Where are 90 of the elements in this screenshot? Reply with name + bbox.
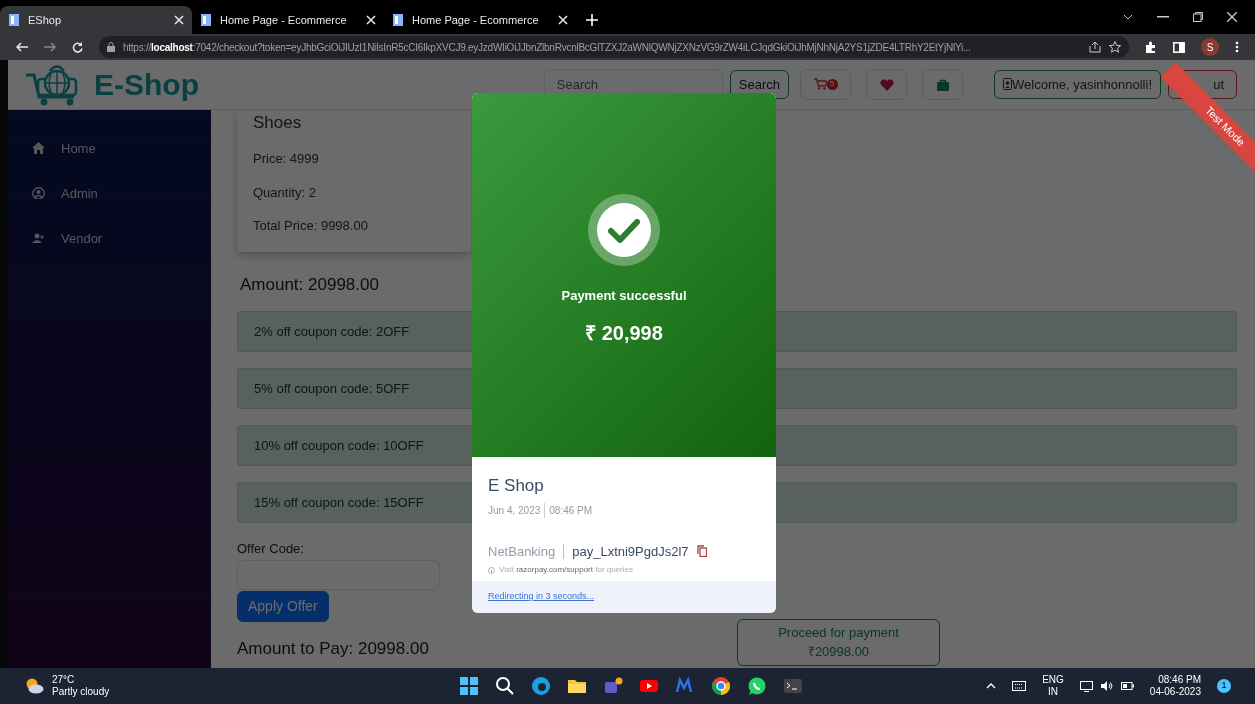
weather-text: Partly cloudy — [52, 686, 110, 699]
chat-bubble-icon[interactable] — [747, 676, 767, 696]
lock-icon — [107, 42, 115, 52]
button-label: Welcome, yasinhonnolli! — [1012, 75, 1152, 94]
language-indicator[interactable]: ENG IN — [1042, 673, 1064, 699]
address-bar[interactable]: https://localhost:7042/checkout?token=eyJhbGciOiJIUzI1NiIsInR5cCI6IkpXVCJ9.eyJzdWIiOiJJbnZlbnRvcnlBcGlTZXJ2aWNlQWNjZXNzVG9rZW4iLCJqdGkiOiJhMjNhNjA2YS1jZDE4LTRhY2EtYjNlYi... — [99, 36, 1129, 58]
copy-icon[interactable] — [696, 545, 707, 558]
product-quantity: Quantity: 2 — [253, 183, 317, 202]
payment-time: 08:46 PM — [549, 503, 593, 518]
browser-tab[interactable]: EShop — [0, 6, 192, 34]
support-link[interactable]: razorpay.com/support — [516, 565, 593, 574]
battery-icon[interactable] — [1120, 682, 1134, 690]
tab-title: EShop — [28, 12, 63, 28]
profile-avatar[interactable]: S — [1201, 38, 1219, 56]
payment-amount: ₹ 20,998 — [585, 320, 663, 346]
user-plus-icon — [32, 232, 45, 245]
swirl-icon[interactable] — [531, 676, 551, 696]
tab-title: Home Page - Ecommerce — [412, 12, 540, 28]
reload-icon[interactable] — [72, 41, 83, 53]
page-icon — [392, 13, 404, 27]
speaker-icon[interactable] — [1100, 681, 1113, 691]
payment-id: pay_Lxtni9PgdJs2l7 — [572, 542, 689, 561]
apply-offer-button[interactable]: Apply Offer — [237, 591, 329, 623]
sidebar-item[interactable]: Vendor — [8, 215, 211, 261]
orders-button[interactable] — [922, 68, 964, 100]
clock[interactable]: 08:46 PM 04-06-2023 — [1149, 673, 1201, 699]
amount-text: Amount: 20998.00 — [240, 273, 379, 296]
sidebar-label: Vendor — [61, 229, 103, 248]
keyboard-icon[interactable] — [1012, 681, 1027, 691]
close-icon[interactable] — [1227, 12, 1237, 22]
button-label: Proceed for payment — [778, 624, 899, 642]
close-icon[interactable] — [174, 15, 184, 25]
sidebar-label: Admin — [61, 184, 98, 203]
product-price: Price: 4999 — [253, 150, 320, 169]
sun-cloud-icon — [24, 677, 44, 695]
welcome-button[interactable]: Welcome, yasinhonnolli! — [994, 69, 1161, 100]
side-panel-icon[interactable] — [1173, 41, 1185, 53]
share-icon[interactable] — [1089, 41, 1101, 53]
payment-date: Jun 4, 2023 — [488, 503, 541, 518]
sidebar-label: Home — [61, 139, 96, 158]
temperature-text: 27°C — [52, 673, 76, 686]
close-icon[interactable] — [366, 15, 376, 25]
more-icon[interactable] — [1235, 41, 1239, 53]
info-icon — [488, 566, 495, 574]
close-icon[interactable] — [558, 15, 568, 25]
home-icon — [32, 142, 45, 155]
cart-icon — [813, 78, 827, 91]
plus-icon[interactable] — [586, 14, 598, 26]
cart-button[interactable]: 5 — [800, 68, 852, 100]
page-icon — [200, 13, 212, 27]
favorites-button[interactable] — [866, 68, 908, 100]
brand-name: E-Shop — [94, 66, 199, 103]
checkmark-icon — [588, 194, 660, 266]
forward-icon[interactable] — [44, 42, 56, 52]
url-text: https://localhost:7042/checkout?token=eyJhbGciOiJIUzI1NiIsInR5cCI6IkpXVCJ9.eyJzdWIiOiJJbnZlbnRvcnlBcGlTZXJ2aWNlQWNjZXNzVG9rZW4iLCJqdGkiOiJhMjNhNjA2YS1jZDE4LTRhY2EtYjNlYi... — [123, 40, 971, 55]
notification-badge[interactable]: 1 — [1217, 679, 1231, 693]
id-badge-icon — [1003, 78, 1013, 91]
heart-icon — [879, 79, 894, 92]
amount-to-pay-text: Amount to Pay: 20998.00 — [237, 638, 429, 661]
button-amount: ₹20998.00 — [807, 643, 870, 662]
back-icon[interactable] — [16, 42, 28, 52]
offer-label: Offer Code: — [237, 540, 304, 558]
sidebar-item[interactable]: Home — [8, 125, 211, 171]
browser-tab[interactable]: Home Page - Ecommerce — [192, 6, 384, 34]
cart-count-badge: 5 — [826, 78, 838, 90]
start-icon[interactable] — [459, 676, 479, 696]
page-icon — [8, 13, 20, 27]
star-icon[interactable] — [1109, 41, 1121, 53]
restore-icon[interactable] — [1193, 12, 1203, 22]
redirect-link[interactable]: Redirecting in 3 seconds... — [488, 590, 595, 604]
browser-tab[interactable]: Home Page - Ecommerce — [384, 6, 576, 34]
offer-code-field[interactable] — [237, 560, 440, 591]
minimize-icon[interactable] — [1157, 16, 1169, 18]
monitor-icon[interactable] — [1079, 680, 1093, 692]
sidebar-item[interactable]: Admin — [8, 170, 211, 216]
tab-title: Home Page - Ecommerce — [220, 12, 348, 28]
puzzle-icon[interactable] — [1145, 41, 1157, 53]
chevron-up-icon[interactable] — [986, 683, 997, 689]
product-name: Shoes — [253, 111, 303, 134]
payment-status: Payment successful — [561, 287, 687, 305]
search-icon[interactable] — [495, 676, 515, 696]
payment-method: NetBanking — [488, 542, 556, 561]
proceed-payment-button[interactable]: Proceed for payment ₹20998.00 — [737, 619, 940, 666]
chevron-down-icon[interactable] — [1123, 14, 1133, 20]
bag-icon — [936, 79, 949, 92]
terminal-icon[interactable] — [783, 676, 803, 696]
product-total: Total Price: 9998.00 — [253, 217, 369, 236]
browser-ball-icon[interactable] — [711, 676, 731, 696]
people-icon[interactable] — [603, 676, 623, 696]
support-text: Visit razorpay.com/support for queries — [499, 564, 633, 576]
